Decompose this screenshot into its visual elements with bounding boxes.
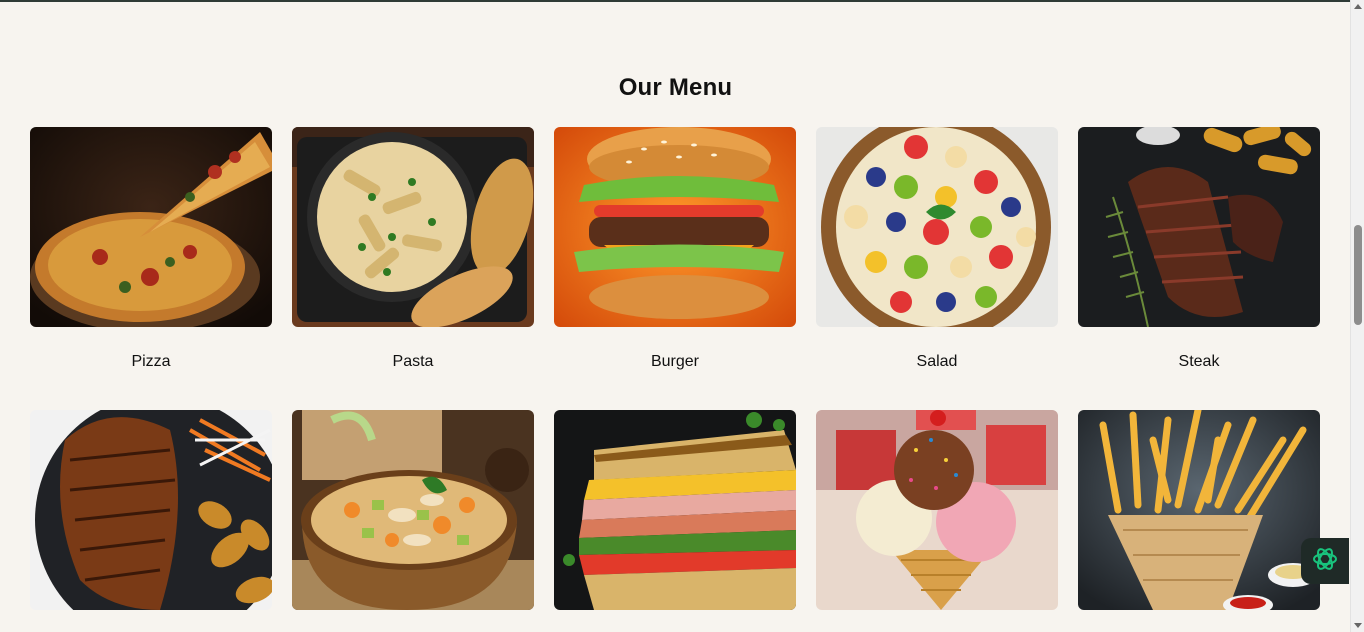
- sandwich-image[interactable]: [554, 410, 796, 610]
- pizza-image[interactable]: [30, 127, 272, 327]
- fries-image[interactable]: [1078, 410, 1320, 610]
- menu-card-sandwich[interactable]: [554, 410, 796, 630]
- chat-widget-button[interactable]: [1301, 538, 1349, 584]
- menu-item-label: Pasta: [392, 353, 434, 370]
- scroll-up-arrow-icon[interactable]: [1354, 4, 1362, 9]
- vertical-scrollbar[interactable]: [1350, 0, 1364, 632]
- menu-grid: Pizza Pasta Burger Salad Steak: [30, 127, 1320, 630]
- menu-card-pizza[interactable]: Pizza: [30, 127, 272, 410]
- menu-card-chicken-soup[interactable]: [292, 410, 534, 630]
- page-title: Our Menu: [618, 74, 733, 101]
- salad-image[interactable]: [816, 127, 1058, 327]
- menu-card-salad[interactable]: Salad: [816, 127, 1058, 410]
- menu-card-burger[interactable]: Burger: [554, 127, 796, 410]
- steak-image[interactable]: [1078, 127, 1320, 327]
- menu-page: Our Menu Pizza Pasta Burger Salad Steak: [0, 2, 1351, 632]
- ice-cream-image[interactable]: [816, 410, 1058, 610]
- grilled-fish-image[interactable]: [30, 410, 272, 610]
- menu-card-steak[interactable]: Steak: [1078, 127, 1320, 410]
- pasta-image[interactable]: [292, 127, 534, 327]
- menu-item-label: Steak: [1178, 353, 1220, 370]
- menu-card-pasta[interactable]: Pasta: [292, 127, 534, 410]
- menu-card-ice-cream[interactable]: [816, 410, 1058, 630]
- scrollbar-thumb[interactable]: [1354, 225, 1362, 325]
- menu-card-grilled-fish[interactable]: [30, 410, 272, 630]
- menu-card-fries[interactable]: [1078, 410, 1320, 630]
- menu-item-label: Pizza: [131, 353, 171, 370]
- menu-item-label: Salad: [916, 353, 958, 370]
- menu-item-label: Burger: [650, 353, 700, 370]
- chicken-soup-image[interactable]: [292, 410, 534, 610]
- burger-image[interactable]: [554, 127, 796, 327]
- openai-logo-icon: [1310, 544, 1340, 579]
- scroll-down-arrow-icon[interactable]: [1354, 623, 1362, 628]
